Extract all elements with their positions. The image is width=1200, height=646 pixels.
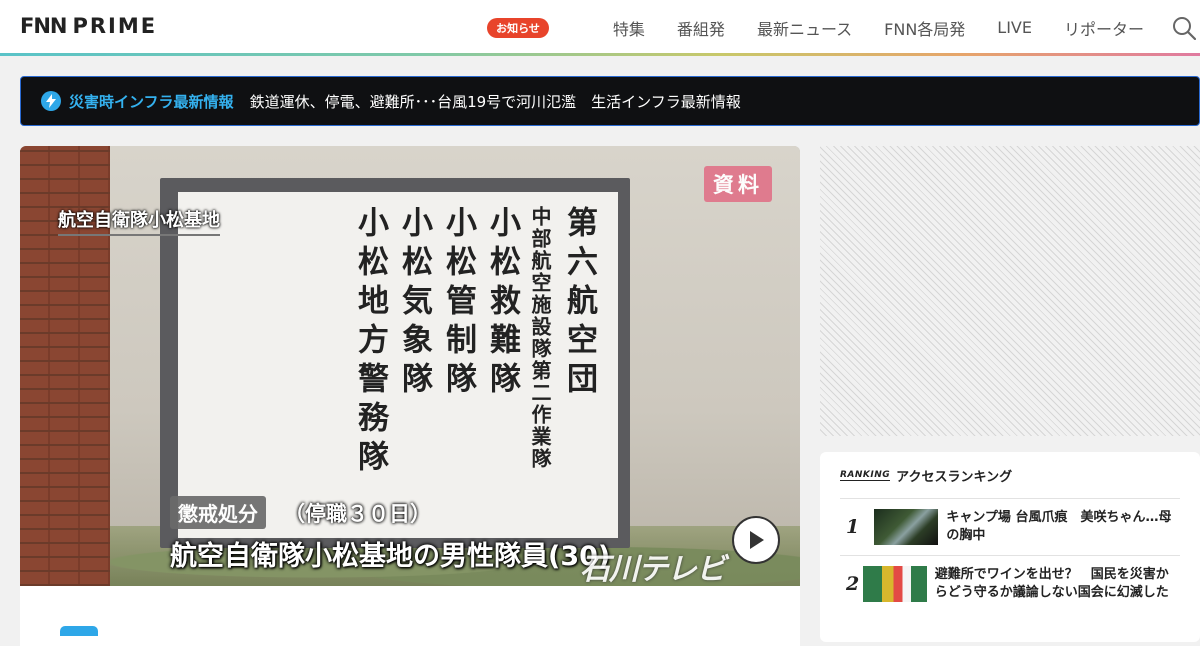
- sign-column: 小松管制隊: [440, 206, 476, 401]
- nav-item-fnn-stations[interactable]: FNN各局発: [884, 16, 965, 40]
- site-header: FNN PRIME お知らせ 特集 番組発 最新ニュース FNN各局発 LIVE …: [0, 0, 1200, 55]
- station-logo: 石川テレビ: [580, 552, 726, 586]
- category-badge: [60, 626, 98, 636]
- sign-column: 小松救難隊: [484, 206, 520, 401]
- suspension-tag: （停職３０日）: [284, 502, 431, 526]
- rank-headline: 避難所でワインを出せ？ 国民を災害からどう守るか議論しない国会に幻滅した: [934, 567, 1169, 600]
- rank-number: 2: [846, 573, 860, 595]
- logo-text: PRIME: [72, 14, 158, 38]
- sign-column: 小松地方警務隊: [352, 206, 388, 479]
- main-nav: お知らせ 特集 番組発 最新ニュース FNN各局発 LIVE リポーター: [487, 0, 1144, 55]
- header-gradient-line: [0, 53, 1200, 56]
- fnn-prime-logo[interactable]: FNN PRIME: [20, 14, 157, 40]
- ranking-header: RANKING アクセスランキング: [840, 464, 1180, 486]
- nav-item-latest-news[interactable]: 最新ニュース: [757, 16, 852, 40]
- alert-text[interactable]: 鉄道運休、停電、避難所･･･台風19号で河川氾濫 生活インフラ最新情報: [250, 91, 741, 112]
- ad-slot[interactable]: [820, 146, 1200, 436]
- ranking-logo: RANKING: [840, 469, 891, 481]
- alert-title[interactable]: 災害時インフラ最新情報: [69, 91, 234, 112]
- sign-column: 小松気象隊: [396, 206, 432, 401]
- article-card: [20, 586, 800, 646]
- ranking-item[interactable]: 1 キャンプ場 台風爪痕 美咲ちゃん…母の胸中: [840, 498, 1180, 555]
- sign-column: 第六航空団: [561, 206, 597, 401]
- logo-mark: FNN: [20, 14, 67, 38]
- play-button[interactable]: [732, 516, 780, 564]
- ranking-title: アクセスランキング: [896, 469, 1013, 485]
- rank-thumbnail: [874, 509, 939, 545]
- rank-headline: キャンプ場 台風爪痕 美咲ちゃん…母の胸中: [946, 510, 1172, 543]
- access-ranking: RANKING アクセスランキング 1 キャンプ場 台風爪痕 美咲ちゃん…母の胸…: [820, 452, 1200, 642]
- nav-item-programs[interactable]: 番組発: [677, 16, 725, 40]
- discipline-tag: 懲戒処分: [170, 496, 266, 529]
- location-caption: 航空自衛隊小松基地: [58, 206, 220, 236]
- rank-number: 1: [846, 516, 860, 538]
- disaster-alert-bar[interactable]: 災害時インフラ最新情報 鉄道運休、停電、避難所･･･台風19号で河川氾濫 生活イ…: [20, 76, 1200, 126]
- archive-footage-badge: 資料: [704, 166, 772, 202]
- nav-item-features[interactable]: 特集: [613, 16, 645, 40]
- article-hero-image[interactable]: 第六航空団 中部航空施設隊第二作業隊 小松救難隊 小松管制隊 小松気象隊 小松地…: [20, 146, 800, 586]
- nav-item-live[interactable]: LIVE: [997, 18, 1032, 37]
- play-icon: [750, 531, 764, 549]
- lightning-icon: [41, 91, 61, 111]
- nav-item-reporters[interactable]: リポーター: [1064, 16, 1144, 40]
- sign-column: 中部航空施設隊第二作業隊: [528, 206, 552, 470]
- ranking-item[interactable]: 2 避難所でワインを出せ？ 国民を災害からどう守るか議論しない国会に幻滅した: [840, 555, 1180, 612]
- unit-signboard: 第六航空団 中部航空施設隊第二作業隊 小松救難隊 小松管制隊 小松気象隊 小松地…: [178, 192, 618, 538]
- rank-thumbnail: [862, 566, 927, 602]
- notice-badge[interactable]: お知らせ: [487, 17, 549, 38]
- search-icon[interactable]: [1172, 16, 1196, 40]
- main-caption: 航空自衛隊小松基地の男性隊員(30): [170, 541, 611, 572]
